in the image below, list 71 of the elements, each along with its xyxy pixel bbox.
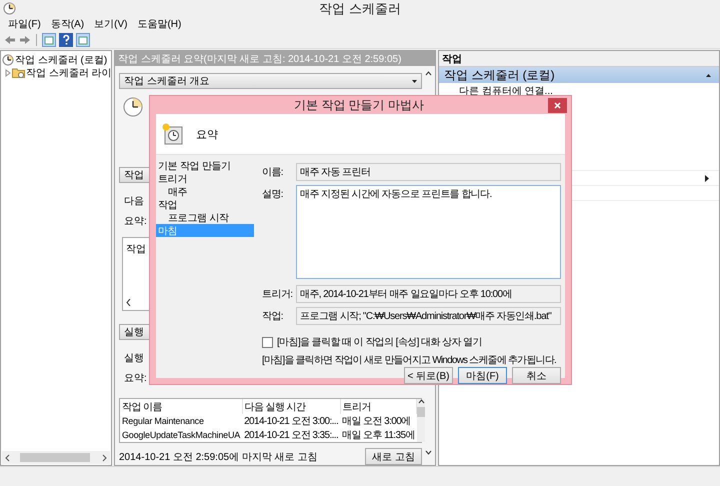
pane-title: 작업 [442, 52, 462, 66]
scroll-down-icon [425, 450, 432, 455]
input-field[interactable]: 매주, 2014-10-21부터 매주 일요일마다 오후 10:00에 [296, 285, 561, 303]
table-cell: 2014-10-21 오전 3:00:... [242, 414, 340, 428]
table-cell: Regular Maintenance [120, 414, 242, 428]
table-cell: 매일 오후 11:35에 [340, 428, 417, 442]
dialog-button[interactable]: < 뒤로(B) [404, 367, 453, 384]
checkbox[interactable] [262, 336, 273, 348]
wizard-step[interactable]: 기본 작업 만들기 [156, 159, 254, 172]
table-cell-text: 2014-10-21 오전 3:35:... [243, 429, 340, 442]
field-label: 다음 [124, 195, 144, 208]
pane-toggle-icon[interactable] [76, 32, 90, 46]
collapse-icon [706, 74, 711, 76]
pane-toggle-icon[interactable] [42, 32, 56, 46]
window-title: 작업 스케줄러 [319, 0, 402, 18]
refresh-button[interactable]: 새로 고침 [365, 448, 422, 465]
column-header[interactable]: 다음 실행 시간 [242, 399, 340, 414]
field-label: 설명: [262, 188, 284, 201]
field-label: 이름: [262, 166, 284, 179]
forward-arrow-icon[interactable] [19, 34, 31, 44]
scroll-up-icon [418, 399, 425, 404]
close-button[interactable] [548, 98, 567, 112]
input-field[interactable]: 매주 자동 프린터 [296, 163, 561, 181]
summary-header: 작업 스케줄러 요약(마지막 새로 고침: 2014-10-21 오전 2:59:05) [115, 51, 435, 66]
wizard-step[interactable]: 프로그램 시작 [156, 211, 254, 224]
column-header[interactable]: 작업 이름 [120, 399, 242, 414]
scroll-right-icon [102, 454, 107, 462]
info-text: [마침]을 클릭하면 작업이 새로 만들어지고 Windows 스케줄에 추가됩니다. [262, 355, 556, 366]
scroll-left-icon [5, 454, 10, 462]
dialog-title: 기본 작업 만들기 마법사 [292, 96, 424, 114]
expander-icon[interactable] [5, 68, 11, 76]
dialog-button[interactable]: 취소 [512, 367, 561, 384]
section-header[interactable]: 작업 스케줄러 개요 [119, 73, 422, 89]
tree-item[interactable]: 작업 스케줄러 (로컬) [15, 52, 108, 66]
scroll-up-icon [425, 71, 432, 76]
menu-item[interactable]: 보기(V) [94, 17, 128, 31]
help-icon[interactable] [59, 32, 73, 46]
field-label: 실행 [124, 352, 144, 365]
tree-item[interactable]: 작업 스케줄러 라이 [26, 66, 112, 80]
table-cell: 매일 오전 3:00에 [340, 414, 417, 428]
wizard-step[interactable]: 작업 [156, 198, 254, 211]
wizard-heading: 요약 [196, 128, 218, 142]
clock-icon [123, 97, 143, 117]
action-group-header[interactable]: 작업 스케줄러 (로컬) [439, 67, 719, 83]
wizard-step[interactable]: 트리거 [156, 172, 254, 185]
column-header: 작업 [126, 243, 146, 256]
action-item[interactable]: 다른 컴퓨터에 연결... [459, 84, 553, 98]
field-label: 트리거: [262, 288, 294, 301]
field-label: 작업: [262, 310, 284, 323]
field-label: 요약: [124, 372, 147, 385]
table-cell-text: GoogleUpdateTaskMachineUA [121, 429, 242, 442]
scroll-left-icon [126, 299, 131, 306]
back-arrow-icon[interactable] [4, 34, 16, 44]
collapse-icon [412, 80, 417, 82]
wizard-clock-icon [162, 123, 184, 145]
folder-clock-icon [12, 67, 25, 78]
menu-item[interactable]: 도움말(H) [137, 17, 182, 31]
menu-item[interactable]: 파일(F) [8, 17, 41, 31]
input-field[interactable]: 프로그램 시작; "C:₩Users₩Administrator₩매주 자동인쇄.bat" [296, 307, 561, 325]
close-icon [554, 102, 561, 108]
horizontal-scrollbar[interactable] [2, 451, 110, 464]
description-field[interactable]: 매주 지정된 시간에 자동으로 프린트를 합니다. [296, 185, 561, 279]
clock-icon [3, 2, 16, 15]
dialog-button[interactable]: 마침(F) [458, 367, 507, 384]
refresh-status: 2014-10-21 오전 2:59:05에 마지막 새로 고침 [119, 450, 318, 464]
field-label: 요약: [124, 215, 147, 228]
submenu-arrow-icon [705, 174, 709, 182]
checkbox-label: [마침]을 클릭할 때 이 작업의 [속성] 대화 상자 열기 [277, 336, 482, 349]
wizard-step[interactable]: 매주 [156, 185, 254, 198]
vertical-scrollbar[interactable] [417, 399, 426, 442]
menu-item[interactable]: 동작(A) [50, 17, 84, 31]
